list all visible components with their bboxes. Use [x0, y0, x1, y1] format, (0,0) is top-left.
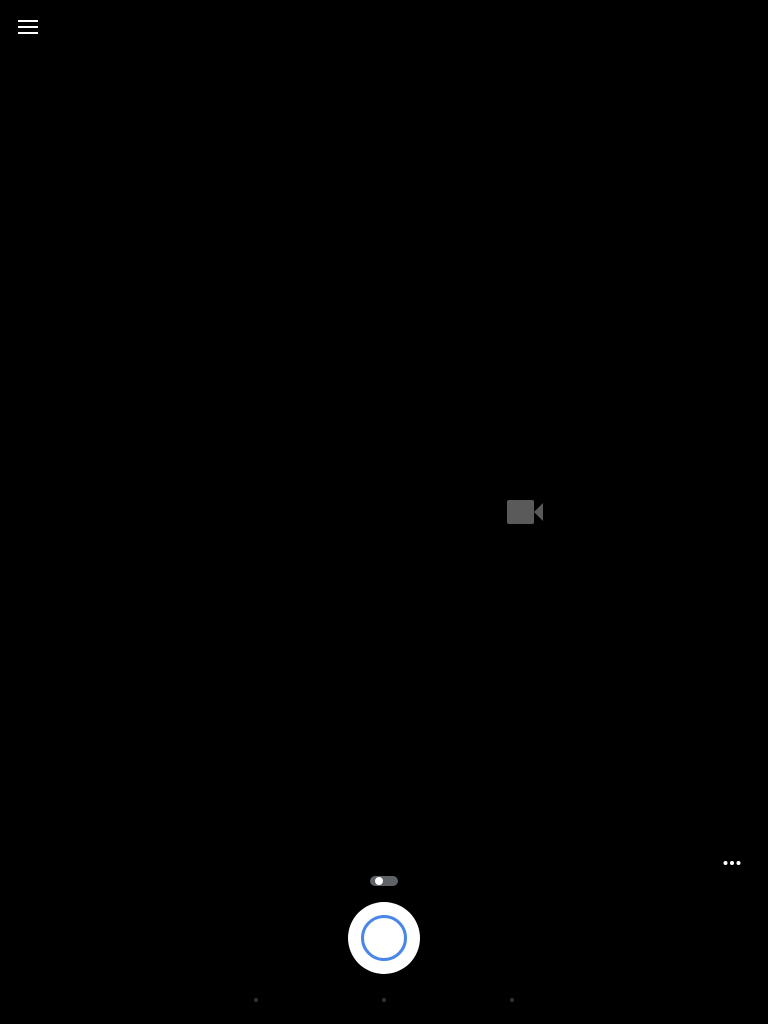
toggle-knob [375, 877, 383, 885]
shutter-button[interactable] [348, 902, 420, 974]
camera-screen [0, 0, 768, 1024]
more-horizontal-icon [723, 861, 741, 865]
hamburger-menu-icon [18, 20, 38, 34]
shutter-icon [361, 915, 407, 961]
more-options-button[interactable] [716, 852, 748, 874]
mode-indicator-dot[interactable] [382, 998, 386, 1002]
menu-button[interactable] [8, 10, 48, 44]
mode-indicator-dot[interactable] [510, 998, 514, 1002]
camera-switch-toggle[interactable] [370, 876, 398, 886]
mode-indicator-dot[interactable] [254, 998, 258, 1002]
video-camera-icon [507, 500, 543, 524]
video-mode-indicator [505, 498, 545, 526]
